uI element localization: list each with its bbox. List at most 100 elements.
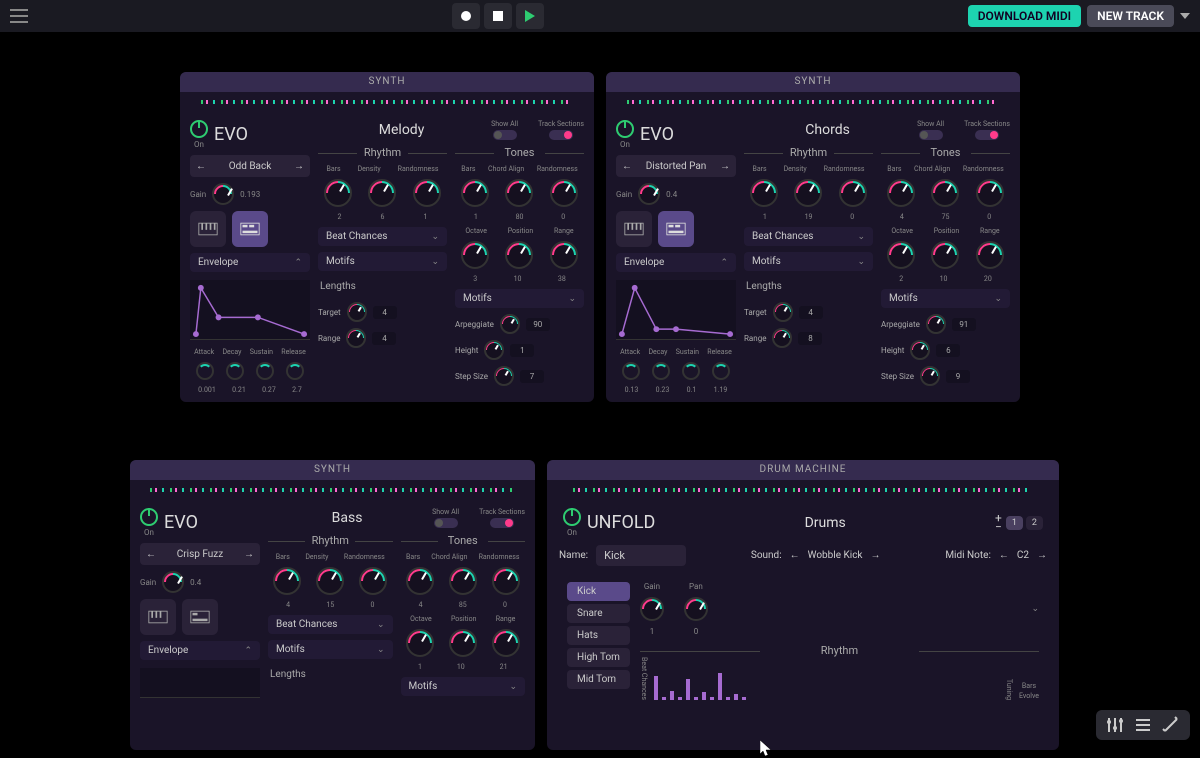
drum-tab-snare[interactable]: Snare	[567, 604, 630, 623]
waveform-preview[interactable]	[180, 92, 594, 112]
power-icon[interactable]	[563, 508, 581, 526]
list-icon[interactable]	[1134, 716, 1152, 734]
motifs-section[interactable]: Motifs⌄	[318, 252, 447, 271]
octave-knob[interactable]	[887, 241, 915, 269]
beat-chances-section[interactable]: Beat Chances⌄	[318, 227, 447, 246]
drum-gain-knob[interactable]	[640, 597, 664, 621]
chevron-down-icon[interactable]	[1180, 13, 1190, 19]
show-all-toggle[interactable]	[919, 130, 943, 140]
synth-module-icon[interactable]	[182, 599, 218, 635]
drum-tab-hats[interactable]: Hats	[567, 626, 630, 645]
tones-randomness-knob[interactable]	[550, 179, 578, 207]
attack-knob[interactable]	[196, 362, 214, 380]
octave-knob[interactable]	[406, 629, 434, 657]
arrow-left-icon[interactable]: ←	[146, 549, 156, 560]
envelope-graph[interactable]	[140, 668, 260, 698]
chord-align-knob[interactable]	[931, 179, 959, 207]
power-icon[interactable]	[140, 508, 158, 526]
tones-motifs-section[interactable]: Motifs⌄	[401, 677, 526, 696]
chevron-down-icon[interactable]: ⌄	[1031, 604, 1039, 614]
track-sections-toggle[interactable]	[549, 130, 573, 140]
gain-knob[interactable]	[638, 183, 660, 205]
range-knob[interactable]	[346, 328, 366, 348]
piano-icon[interactable]	[190, 211, 226, 247]
sustain-knob[interactable]	[682, 362, 700, 380]
beat-chances-section[interactable]: Beat Chances⌄	[268, 615, 393, 634]
zoom-value-2[interactable]: 2	[1026, 516, 1043, 530]
sustain-knob[interactable]	[256, 362, 274, 380]
record-button[interactable]	[452, 3, 480, 29]
envelope-section[interactable]: Envelope ⌃	[140, 641, 260, 660]
arrow-left-icon[interactable]: ←	[196, 161, 206, 172]
download-midi-button[interactable]: DOWNLOAD MIDI	[968, 5, 1081, 27]
menu-icon[interactable]	[10, 9, 28, 23]
waveform-preview[interactable]	[547, 480, 1059, 500]
tones-range-knob[interactable]	[976, 241, 1004, 269]
waveform-preview[interactable]	[130, 480, 535, 500]
decay-knob[interactable]	[652, 362, 670, 380]
power-icon[interactable]	[190, 120, 208, 138]
beat-chances-bars[interactable]	[654, 670, 746, 700]
gain-knob[interactable]	[162, 571, 184, 593]
drum-tab-high-tom[interactable]: High Tom	[567, 648, 630, 667]
envelope-section[interactable]: Envelope ⌃	[190, 253, 310, 272]
position-knob[interactable]	[931, 241, 959, 269]
height-knob[interactable]	[910, 340, 930, 360]
release-knob[interactable]	[712, 362, 730, 380]
zoom-value-1[interactable]: 1	[1006, 516, 1023, 530]
tones-randomness-knob[interactable]	[492, 567, 520, 595]
drum-tab-kick[interactable]: Kick	[567, 582, 630, 601]
piano-icon[interactable]	[616, 211, 652, 247]
track-sections-toggle[interactable]	[490, 518, 514, 528]
tones-range-knob[interactable]	[492, 629, 520, 657]
preset-selector[interactable]: ← Crisp Fuzz →	[140, 543, 260, 565]
chord-align-knob[interactable]	[505, 179, 533, 207]
tones-bars-knob[interactable]	[461, 179, 489, 207]
zoom-out-icon[interactable]: −	[995, 523, 1002, 531]
envelope-graph[interactable]	[616, 280, 736, 340]
synth-module-icon[interactable]	[658, 211, 694, 247]
magic-wand-icon[interactable]	[1162, 716, 1180, 734]
position-knob[interactable]	[505, 241, 533, 269]
arrow-left-icon[interactable]: ←	[999, 550, 1009, 561]
position-knob[interactable]	[449, 629, 477, 657]
drum-name-input[interactable]	[596, 545, 686, 566]
arrow-right-icon[interactable]: →	[720, 161, 730, 172]
preset-selector[interactable]: ← Distorted Pan →	[616, 155, 736, 177]
stop-button[interactable]	[484, 3, 512, 29]
show-all-toggle[interactable]	[434, 518, 458, 528]
randomness-knob[interactable]	[413, 179, 441, 207]
decay-knob[interactable]	[226, 362, 244, 380]
piano-icon[interactable]	[140, 599, 176, 635]
play-button[interactable]	[516, 3, 544, 29]
drum-tab-mid-tom[interactable]: Mid Tom	[567, 670, 630, 689]
randomness-knob[interactable]	[839, 179, 867, 207]
bars-knob[interactable]	[324, 179, 352, 207]
new-track-button[interactable]: NEW TRACK	[1087, 5, 1174, 27]
release-knob[interactable]	[286, 362, 304, 380]
tones-range-knob[interactable]	[550, 241, 578, 269]
arrow-right-icon[interactable]: →	[244, 549, 254, 560]
mixer-icon[interactable]	[1106, 716, 1124, 734]
step-size-knob[interactable]	[920, 366, 940, 386]
arrow-left-icon[interactable]: ←	[622, 161, 632, 172]
show-all-toggle[interactable]	[493, 130, 517, 140]
tones-randomness-knob[interactable]	[976, 179, 1004, 207]
arrow-right-icon[interactable]: →	[294, 161, 304, 172]
tones-bars-knob[interactable]	[887, 179, 915, 207]
target-knob[interactable]	[347, 302, 367, 322]
preset-selector[interactable]: ← Odd Back →	[190, 155, 310, 177]
tones-bars-knob[interactable]	[406, 567, 434, 595]
bars-knob[interactable]	[273, 567, 301, 595]
octave-knob[interactable]	[461, 241, 489, 269]
target-knob[interactable]	[773, 302, 793, 322]
envelope-section[interactable]: Envelope ⌃	[616, 253, 736, 272]
track-sections-toggle[interactable]	[975, 130, 999, 140]
arpeggiate-knob[interactable]	[500, 314, 520, 334]
power-icon[interactable]	[616, 120, 634, 138]
beat-chances-section[interactable]: Beat Chances⌄	[744, 227, 873, 246]
tones-motifs-section[interactable]: Motifs⌄	[455, 289, 584, 308]
arpeggiate-knob[interactable]	[926, 314, 946, 334]
bars-knob[interactable]	[750, 179, 778, 207]
arrow-right-icon[interactable]: →	[871, 550, 881, 561]
